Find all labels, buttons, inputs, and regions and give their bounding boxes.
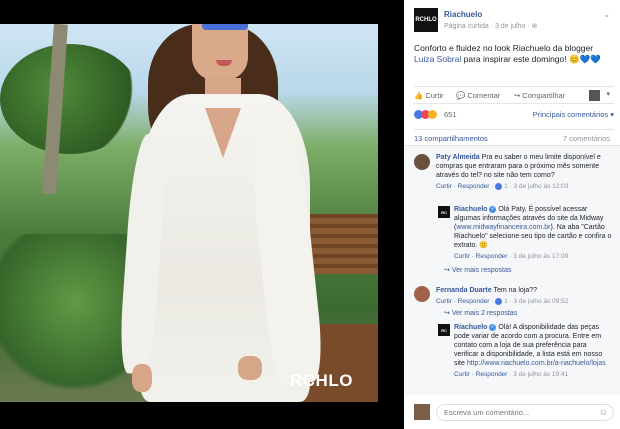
- comment-link[interactable]: www.midwayfinanceira.com.br: [456, 224, 550, 231]
- comment-meta: Curtir · Responder · 1 · 3 de julho às 0…: [436, 297, 569, 305]
- comment: Paty Almeida Pra eu saber o meu limite d…: [436, 153, 612, 191]
- wow-reaction-icon: [428, 110, 437, 119]
- post-text-end: para inspirar este domingo! 😊💙💙: [461, 54, 601, 64]
- caret-down-icon[interactable]: ▾: [606, 90, 610, 98]
- comment-body: Riachuelo ✓ Olá Paty, É possível acessar…: [454, 205, 612, 250]
- reaction-count[interactable]: 651: [444, 110, 457, 119]
- comment-link[interactable]: http://www.riachuelo.com.br/a-riachuelo/…: [467, 360, 606, 367]
- thumbs-up-icon: 👍: [414, 91, 424, 100]
- post-header: RCHLO Riachuelo Página curtida · 3 de ju…: [414, 8, 614, 36]
- model-face: [192, 24, 248, 80]
- comment-author[interactable]: Paty Almeida: [436, 154, 480, 161]
- top-comments-dropdown[interactable]: Principais comentários ▾: [533, 110, 614, 119]
- comment-actions[interactable]: Curtir · Responder: [454, 371, 507, 378]
- comment-author[interactable]: Riachuelo: [454, 324, 487, 331]
- more-replies-label: Ver mais respostas: [451, 267, 512, 274]
- more-replies-link[interactable]: ↪ Ver mais 2 respostas: [444, 309, 517, 317]
- comment-body: Riachuelo ✓ Olá! A disponibilidade das p…: [454, 323, 612, 368]
- share-arrow-icon: ↪: [514, 91, 521, 100]
- post-text-body: Conforto e fluidez no look Riachuelo da …: [414, 43, 594, 53]
- stats-row: 13 compartilhamentos 7 comentários: [414, 129, 614, 143]
- model-hand-left: [132, 364, 152, 392]
- comment-meta: Curtir · Responder · 1 · 3 de julho às 1…: [436, 182, 569, 190]
- model-hand-right: [238, 356, 262, 380]
- blogger-link[interactable]: Luiza Sobral: [414, 54, 461, 64]
- page-name[interactable]: Riachuelo: [444, 10, 482, 19]
- post-photo[interactable]: RCHLO: [0, 24, 378, 402]
- avatar[interactable]: RC: [438, 324, 450, 336]
- comment-date[interactable]: 3 de julho às 12:03: [513, 183, 568, 190]
- avatar: [414, 404, 430, 420]
- post-actions: 👍 Curtir 💬 Comentar ↪ Compartilhar ▾: [414, 86, 614, 104]
- comment-date[interactable]: 3 de julho às 09:52: [513, 298, 568, 305]
- comments-area: Paty Almeida Pra eu saber o meu limite d…: [404, 145, 620, 395]
- emoji-icon[interactable]: ☺: [599, 407, 608, 417]
- avatar[interactable]: [414, 286, 430, 302]
- photo-watermark: RCHLO: [290, 371, 353, 390]
- comments-count[interactable]: 7 comentários: [563, 134, 610, 143]
- more-replies-link[interactable]: ↪ Ver mais respostas: [444, 266, 511, 274]
- comment-likes[interactable]: 1: [504, 298, 508, 305]
- like-badge-icon: [495, 182, 503, 190]
- comment: Fernanda Duarte Tem na loja?? Curtir · R…: [436, 286, 612, 306]
- like-button[interactable]: 👍 Curtir: [414, 91, 444, 100]
- post-side-panel: RCHLO Riachuelo Página curtida · 3 de ju…: [404, 0, 620, 429]
- sunglasses: [202, 24, 248, 30]
- share-label: Compartilhar: [522, 91, 566, 100]
- comment-author[interactable]: Fernanda Duarte: [436, 287, 492, 294]
- comment-date[interactable]: 3 de julho às 19:41: [513, 371, 568, 378]
- palm-leaves: [0, 44, 140, 154]
- comment-meta: Curtir · Responder · 3 de julho às 19:41: [454, 371, 569, 378]
- comment-actions[interactable]: Curtir · Responder: [436, 183, 489, 190]
- comment: Riachuelo ✓ Olá! A disponibilidade das p…: [454, 323, 612, 379]
- comment-meta: Curtir · Responder · 3 de julho às 17:09: [454, 253, 569, 260]
- avatar[interactable]: [414, 154, 430, 170]
- chevron-down-icon[interactable]: ⌄: [603, 10, 610, 19]
- reaction-icons: [414, 110, 437, 121]
- shares-count[interactable]: 13 compartilhamentos: [414, 134, 488, 143]
- comment-button[interactable]: 💬 Comentar: [456, 91, 500, 100]
- avatar[interactable]: RC: [438, 206, 450, 218]
- comment-author[interactable]: Riachuelo: [454, 206, 487, 213]
- page-logo[interactable]: RCHLO: [414, 8, 438, 32]
- profile-avatar-icon[interactable]: [589, 90, 600, 101]
- speech-bubble-icon: 💬: [456, 91, 466, 100]
- more-replies-label: Ver mais 2 respostas: [451, 310, 518, 317]
- reply-arrow-icon: ↪: [444, 267, 452, 274]
- reply-arrow-icon: ↪: [444, 310, 452, 317]
- comment-text: Tem na loja??: [491, 287, 538, 294]
- comment-input[interactable]: [436, 404, 614, 421]
- comment-actions[interactable]: Curtir · Responder: [436, 298, 489, 305]
- like-badge-icon: [495, 297, 503, 305]
- post-text: Conforto e fluidez no look Riachuelo da …: [414, 43, 614, 65]
- comment-label: Comentar: [467, 91, 501, 100]
- share-button[interactable]: ↪ Compartilhar: [514, 91, 565, 100]
- comment-body: Fernanda Duarte Tem na loja??: [436, 286, 612, 295]
- post-meta: Página curtida · 3 de julho · ⊕: [444, 23, 538, 30]
- comment-actions[interactable]: Curtir · Responder: [454, 253, 507, 260]
- comment-body: Paty Almeida Pra eu saber o meu limite d…: [436, 153, 612, 180]
- dress-neckline: [205, 108, 241, 158]
- comment: Riachuelo ✓ Olá Paty, É possível acessar…: [454, 205, 612, 261]
- reactions-row[interactable]: 651 Principais comentários ▾: [414, 108, 614, 122]
- comment-date[interactable]: 3 de julho às 17:09: [513, 253, 568, 260]
- comment-likes[interactable]: 1: [504, 183, 508, 190]
- comment-composer: ☺: [414, 402, 614, 422]
- like-label: Curtir: [425, 91, 444, 100]
